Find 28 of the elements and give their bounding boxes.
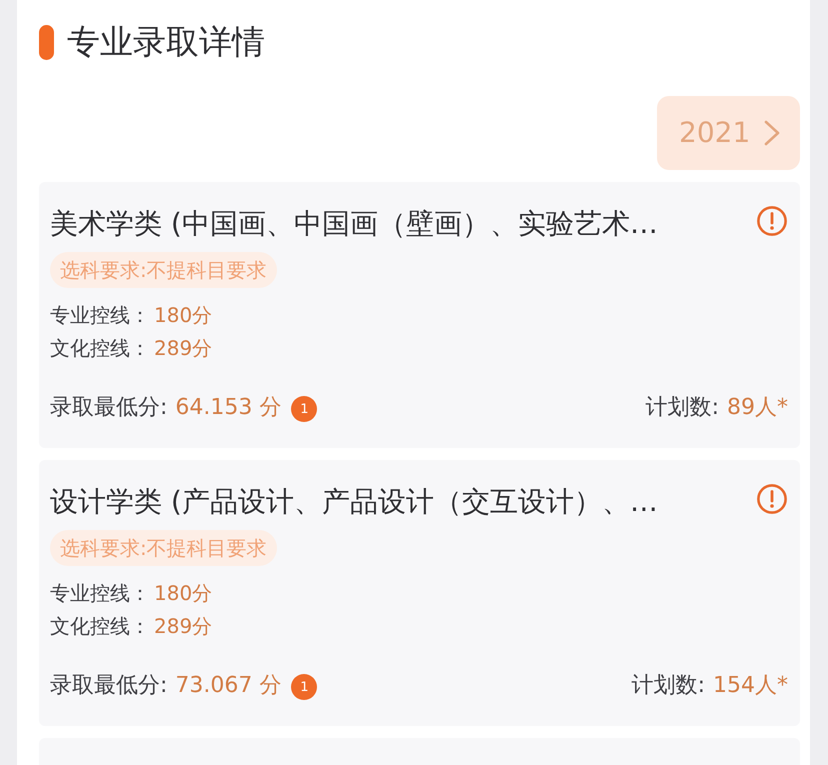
line-label: 文化控线： <box>50 335 150 362</box>
line-value: 180分 <box>154 580 212 607</box>
requirement-tag: 选科要求:不提科目要求 <box>50 530 277 566</box>
min-score-label: 录取最低分: <box>50 394 168 422</box>
exclamation-circle-icon[interactable] <box>757 206 787 236</box>
line-label: 专业控线： <box>50 302 150 329</box>
section-title: 专业录取详情 <box>67 24 265 60</box>
major-name: 设计学类 (产品设计、产品设计（交互设计）、… <box>50 484 658 520</box>
plan-label: 计划数: <box>632 672 705 700</box>
line-value: 180分 <box>154 302 212 329</box>
note-badge[interactable]: 1 <box>291 396 318 422</box>
year-selector[interactable]: 2021 <box>657 96 800 170</box>
line-label: 文化控线： <box>50 613 150 640</box>
requirement-tag: 选科要求:不提科目要求 <box>50 252 277 288</box>
major-name: 美术学类 (中国画、中国画（壁画）、实验艺术… <box>50 206 658 242</box>
plan-value: 89人* <box>727 394 788 422</box>
min-score-label: 录取最低分: <box>50 672 168 700</box>
min-score-value: 64.153 分 <box>175 394 282 422</box>
note-badge[interactable]: 1 <box>291 674 318 700</box>
plan-label: 计划数: <box>646 394 719 422</box>
line-value: 289分 <box>154 613 212 640</box>
line-value: 289分 <box>154 335 212 362</box>
chevron-right-icon <box>764 120 780 146</box>
plan-value: 154人* <box>713 672 788 700</box>
line-label: 专业控线： <box>50 580 150 607</box>
exclamation-circle-icon[interactable] <box>757 484 787 514</box>
min-score-value: 73.067 分 <box>175 672 282 700</box>
pill-marker-icon <box>39 24 54 60</box>
